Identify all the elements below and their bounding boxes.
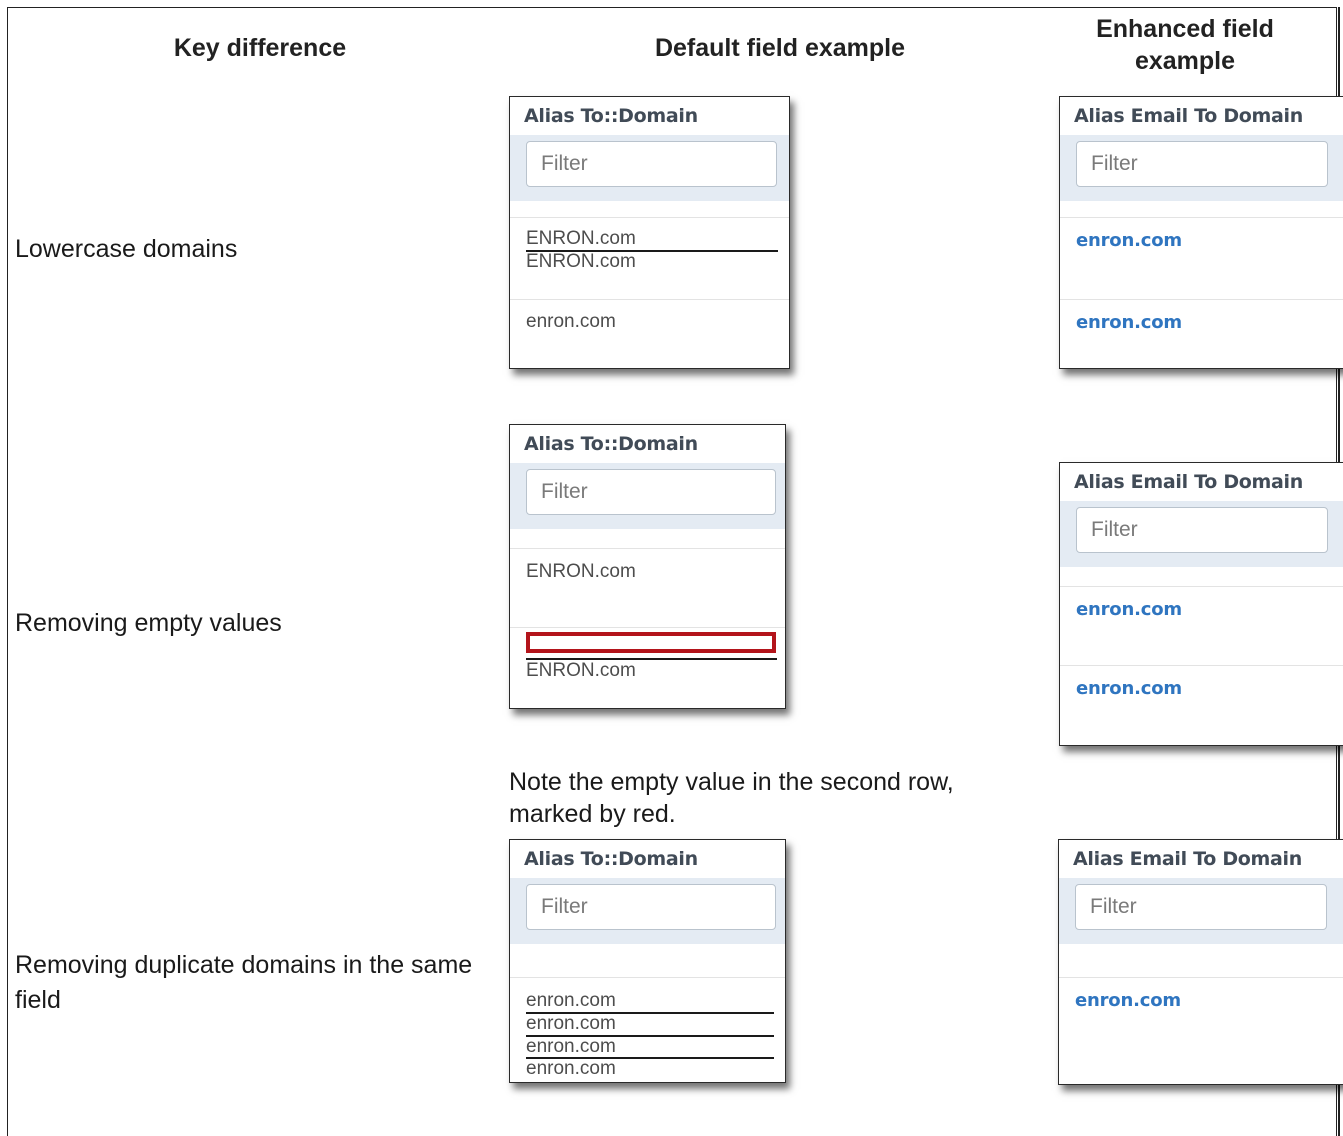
list-item[interactable]: enron.com <box>526 311 616 333</box>
note-text: Note the empty value in the second row, … <box>509 768 954 828</box>
default-field-widget: Alias To::Domain Filter ENRON.com ENRON.… <box>509 96 790 369</box>
row-label: Removing duplicate domains in the same f… <box>15 951 473 1014</box>
row-label: Lowercase domains <box>15 235 238 263</box>
value-link[interactable]: enron.com <box>1076 230 1182 251</box>
column-header-key-difference: Key difference <box>173 34 347 62</box>
row-separator <box>510 627 785 628</box>
widget-title: Alias Email To Domain <box>1073 848 1303 870</box>
column-header-default-field: Default field example <box>654 34 906 62</box>
filter-input[interactable]: Filter <box>1076 141 1328 187</box>
row-label: Removing empty values <box>15 609 282 637</box>
list-item[interactable]: ENRON.com <box>526 660 636 682</box>
default-field-widget: Alias To::Domain Filter enron.com enron.… <box>509 839 786 1083</box>
enhanced-field-widget: Alias Email To Domain Filter enron.com e… <box>1059 96 1343 369</box>
filter-input[interactable]: Filter <box>526 469 776 515</box>
list-item[interactable]: ENRON.com <box>526 228 636 250</box>
value-link[interactable]: enron.com <box>1075 990 1181 1011</box>
list-item[interactable]: enron.com <box>526 1058 616 1080</box>
list-item[interactable]: ENRON.com <box>526 561 636 583</box>
filter-input[interactable]: Filter <box>1076 507 1328 553</box>
widget-title: Alias Email To Domain <box>1074 105 1304 127</box>
value-link[interactable]: enron.com <box>1076 678 1182 699</box>
row-separator <box>510 217 789 218</box>
row-separator <box>510 977 785 978</box>
value-link[interactable]: enron.com <box>1076 312 1182 333</box>
list-item[interactable]: enron.com <box>526 990 616 1012</box>
empty-value-highlight <box>526 632 776 653</box>
list-item[interactable]: enron.com <box>526 1036 616 1058</box>
widget-title: Alias Email To Domain <box>1074 471 1304 493</box>
list-item[interactable]: enron.com <box>526 1013 616 1035</box>
widget-title: Alias To::Domain <box>524 433 698 455</box>
row-separator <box>510 548 785 549</box>
filter-input[interactable]: Filter <box>526 884 776 930</box>
filter-input[interactable]: Filter <box>1075 884 1327 930</box>
row-separator <box>1060 586 1343 587</box>
column-header-enhanced-field: Enhanced field example <box>1096 15 1274 75</box>
enhanced-field-widget: Alias Email To Domain Filter enron.com <box>1058 839 1343 1085</box>
row-separator <box>1060 665 1343 666</box>
list-item[interactable]: ENRON.com <box>526 251 636 273</box>
enhanced-field-widget: Alias Email To Domain Filter enron.com e… <box>1059 462 1343 746</box>
default-field-widget: Alias To::Domain Filter ENRON.com ENRON.… <box>509 424 786 709</box>
filter-input[interactable]: Filter <box>526 141 777 187</box>
widget-title: Alias To::Domain <box>524 848 698 870</box>
widget-title: Alias To::Domain <box>524 105 698 127</box>
row-separator <box>1060 299 1343 300</box>
value-link[interactable]: enron.com <box>1076 599 1182 620</box>
row-separator <box>1060 217 1343 218</box>
row-separator <box>1059 977 1343 978</box>
row-separator <box>510 299 789 300</box>
